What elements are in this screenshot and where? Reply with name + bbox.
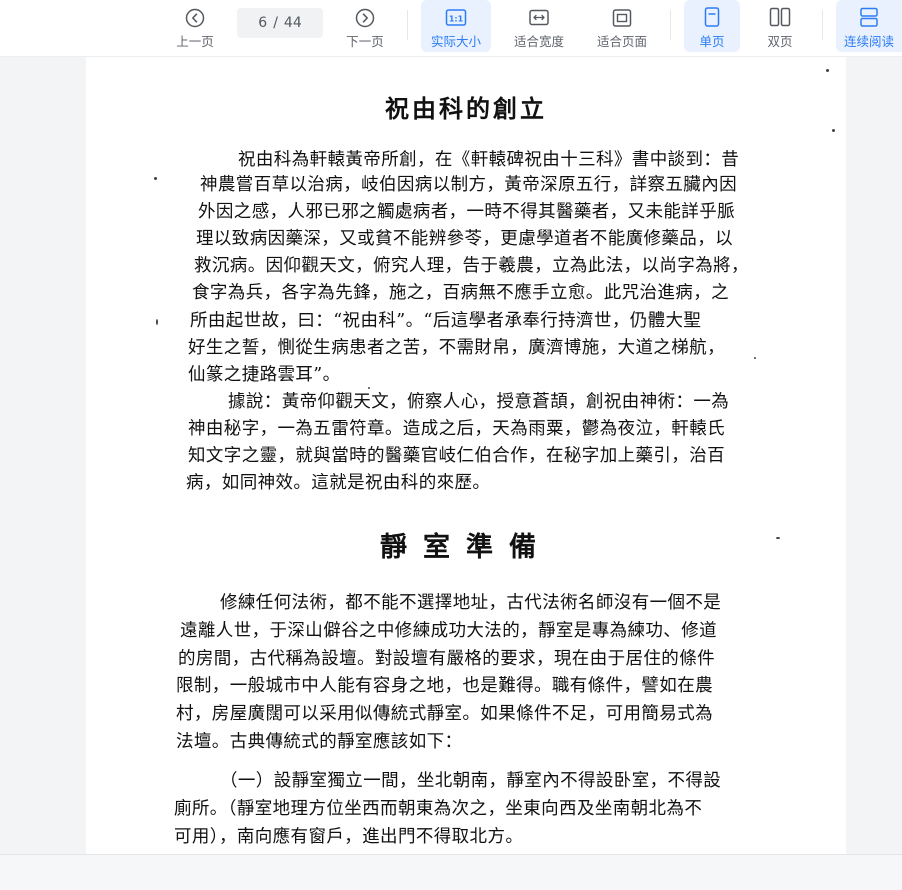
text-line: 廁所。（靜室地理方位坐西而朝東為次之，坐東向西及坐南朝北為不 [174,799,703,819]
text-line: 修練任何法術，都不能不選擇地址，古代法術名師沒有一個不是 [220,593,722,613]
single-page-label: 单页 [699,34,725,49]
text-line: 好生之誓，惻從生病患者之苦，不需財帛，廣濟博施，大道之梯航， [188,338,725,358]
text-line: 仙篆之捷路雲耳”。 [188,365,341,385]
text-line: 據說：黃帝仰觀天文，俯察人心，授意蒼頡，創祝由神術：一為 [228,392,730,412]
viewer-status-bar [0,854,902,890]
toolbar-divider [822,10,823,40]
single-page-icon [704,7,720,27]
text-line: 食字為兵，各字為先鋒，施之，百病無不應手立愈。此咒治進病，之 [192,283,729,303]
actual-size-button[interactable]: 1:1 实际大小 [421,0,491,52]
scan-speck [754,357,756,359]
scan-speck [154,177,157,180]
text-line: 限制，一般城市中人能有容身之地，也是難得。職有條件，譬如在農 [176,676,713,696]
scan-speck [368,387,370,389]
text-line: 法壇。古典傳統式的靜室應該如下： [176,732,463,752]
continuous-reading-icon [860,7,878,27]
scan-speck [156,319,158,325]
prev-page-button[interactable]: 上一页 [168,0,222,52]
chevron-right-icon [355,8,375,28]
fit-width-label: 适合宽度 [513,34,564,49]
fit-width-button[interactable]: 适合宽度 [505,0,573,52]
scan-speck [832,129,835,132]
toolbar-divider [670,10,671,40]
text-line: 神農嘗百草以治病，岐伯因病以制方，黃帝深原五行，詳察五臟內因 [200,175,737,195]
next-page-button[interactable]: 下一页 [338,0,392,52]
fit-page-label: 适合页面 [596,34,647,49]
text-line: 祝由科為軒轅黃帝所創，在《軒轅碑祝由十三科》書中談到：昔 [238,150,740,170]
text-line: 可用），南向應有窗戶，進出門不得取北方。 [174,827,524,847]
text-line: 知文字之靈，就與當時的醫藥官岐仁伯合作，在秘字加上藥引，治百 [188,446,725,466]
text-line: 遠離人世，于深山僻谷之中修練成功大法的，靜室是專為練功、修道 [180,621,717,641]
text-line: （一）設靜室獨立一間，坐北朝南，靜室內不得設卧室，不得設 [220,771,722,791]
text-line: 理以致病因藥深，又或貧不能辨參苓，更慮學道者不能廣修藥品，以 [196,229,733,249]
text-line: 村，房屋廣闊可以采用似傳統式靜室。如果條件不足，可用簡易式為 [176,704,713,724]
chevron-left-icon [185,8,205,28]
text-line: 救沉病。因仰觀天文，俯究人理，告于羲農，立為此法，以尚字為將， [194,256,749,276]
double-page-label: 双页 [767,34,793,49]
scan-speck [826,69,829,72]
text-line: 神由秘字，一為五雷符章。造成之后，天為雨粟，鬱為夜泣，軒轅氏 [188,419,725,439]
prev-page-label: 上一页 [176,34,214,49]
svg-text:1:1: 1:1 [449,15,464,24]
scanned-page: 祝由科的創立 祝由科為軒轅黃帝所創，在《軒轅碑祝由十三科》書中談到：昔 神農嘗百… [86,57,846,854]
actual-size-icon: 1:1 [445,9,467,26]
continuous-reading-label: 连续阅读 [843,34,894,49]
fit-page-icon [612,9,632,27]
viewer-toolbar: 上一页 6 / 44 下一页 1:1 实际大小 适合宽度 适合页面 单页 双页 … [0,0,902,57]
current-page: 6 [258,15,268,31]
total-pages: 44 [283,15,302,31]
page-separator: / [273,15,278,31]
continuous-reading-button[interactable]: 连续阅读 [836,0,902,52]
single-page-button[interactable]: 单页 [684,0,740,52]
fit-page-button[interactable]: 适合页面 [588,0,656,52]
page-number-input[interactable]: 6 / 44 [237,8,323,38]
section-title-zhuyouke: 祝由科的創立 [385,94,547,123]
fit-width-icon [529,9,549,26]
text-line: 所由起世故，曰：“祝由科”。“后這學者承奉行持濟世，仍體大聖 [190,311,702,331]
text-line: 病，如同神效。這就是祝由科的來歷。 [186,473,491,493]
document-viewport[interactable]: 祝由科的創立 祝由科為軒轅黃帝所創，在《軒轅碑祝由十三科》書中談到：昔 神農嘗百… [0,57,902,854]
double-page-button[interactable]: 双页 [752,0,808,52]
double-page-icon [769,7,791,27]
scan-speck [776,537,780,539]
next-page-label: 下一页 [346,34,384,49]
toolbar-divider [407,10,408,40]
text-line: 外因之感，人邪已邪之觸處病者，一時不得其醫藥者，又未能詳乎脈 [198,202,735,222]
section-title-jingshi: 靜室準備 [380,532,552,563]
actual-size-label: 实际大小 [430,34,481,49]
text-line: 的房間，古代稱為設壇。對設壇有嚴格的要求，現在由于居住的條件 [178,649,715,669]
